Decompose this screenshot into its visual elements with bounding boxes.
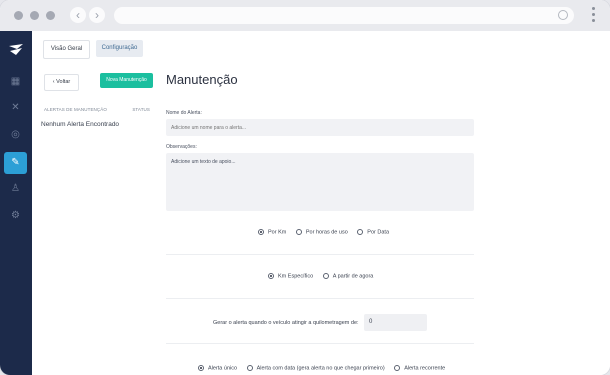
km-option-specific[interactable]: Km Específico <box>268 273 313 279</box>
recurrence-label-date: Alerta com data (gera alerta no que cheg… <box>256 365 385 372</box>
radio-checked-icon <box>268 273 274 279</box>
radio-checked-icon <box>198 365 204 371</box>
sidebar: ▦ ✕ ◎ ✎ ♙ ⚙ <box>0 31 32 375</box>
divider <box>166 254 474 255</box>
mode-label-hours: Por horas de uso <box>305 229 348 236</box>
mode-option-km[interactable]: Por Km <box>258 229 286 235</box>
tab-config[interactable]: Configuração <box>96 40 143 57</box>
km-label-from-now: A partir de agora <box>332 273 374 280</box>
mode-option-hours[interactable]: Por horas de uso <box>295 229 348 236</box>
dashboard-icon[interactable]: ▦ <box>4 71 27 93</box>
km-option-from-now[interactable]: A partir de agora <box>322 273 374 280</box>
recurrence-option-recurring[interactable]: Alerta recorrente <box>394 365 445 371</box>
wrench-icon[interactable]: ✎ <box>4 152 27 174</box>
alert-name-input[interactable] <box>166 119 474 136</box>
tracking-icon[interactable]: ◎ <box>4 124 27 146</box>
mode-radio-group: Por Km Por horas de uso Por Data <box>258 229 397 235</box>
logo-icon <box>9 44 23 55</box>
window-close-dot[interactable] <box>14 11 23 20</box>
user-icon[interactable]: ♙ <box>4 178 27 200</box>
km-input[interactable]: 0 <box>364 314 427 331</box>
mode-label-km: Por Km <box>268 229 287 236</box>
recurrence-option-single[interactable]: Alerta único <box>198 365 237 371</box>
radio-icon <box>394 365 401 371</box>
mode-label-date: Por Data <box>367 229 390 236</box>
address-bar[interactable] <box>114 7 574 24</box>
km-radio-group: Km Específico A partir de agora <box>268 273 381 279</box>
back-button[interactable]: ‹ Voltar <box>44 74 79 91</box>
status-header: STATUS <box>132 107 150 112</box>
recurrence-label-recurring: Alerta recorrente <box>404 365 446 372</box>
kebab-icon[interactable] <box>592 7 596 25</box>
search-icon <box>558 10 568 20</box>
forward-arrow-icon[interactable]: › <box>89 7 105 23</box>
window-maximize-dot[interactable] <box>46 11 55 20</box>
browser-window: ‹ › ▦ ✕ ◎ ✎ ♙ ⚙ Visão Geral Configuração… <box>0 0 610 375</box>
radio-icon <box>322 273 329 279</box>
km-label-specific: Km Específico <box>278 273 314 280</box>
back-label: Voltar <box>56 79 71 85</box>
browser-toolbar: ‹ › <box>0 0 610 31</box>
radio-icon <box>246 365 253 371</box>
radio-icon <box>357 229 364 235</box>
list-header: ALERTAS DE MANUTENÇÃO STATUS <box>44 107 150 112</box>
page-title: Manutenção <box>166 72 238 87</box>
recurrence-radio-group: Alerta único Alerta com data (gera alert… <box>198 365 453 371</box>
back-arrow-icon[interactable]: ‹ <box>70 7 86 23</box>
radio-icon <box>295 229 302 235</box>
main-content: Visão Geral Configuração ‹ Voltar Nova M… <box>32 31 610 375</box>
notes-textarea[interactable]: Adicione um texto de apoio... <box>166 153 474 211</box>
new-maintenance-button[interactable]: Nova Manutenção <box>100 73 153 88</box>
route-icon[interactable]: ✕ <box>4 97 27 119</box>
window-minimize-dot[interactable] <box>30 11 39 20</box>
notes-placeholder: Adicione um texto de apoio... <box>171 159 236 165</box>
tab-overview[interactable]: Visão Geral <box>43 40 90 59</box>
recurrence-label-single: Alerta único <box>208 365 238 372</box>
notes-label: Observações: <box>166 144 197 150</box>
radio-checked-icon <box>258 229 264 235</box>
alert-name-label: Nome do Alerta: <box>166 110 202 116</box>
recurrence-option-date[interactable]: Alerta com data (gera alerta no que cheg… <box>246 365 385 372</box>
gear-icon[interactable]: ⚙ <box>4 205 27 227</box>
empty-list-text: Nenhum Alerta Encontrado <box>41 121 120 128</box>
divider <box>166 343 474 344</box>
km-prompt: Gerar o alerta quando o veículo atingir … <box>213 320 359 326</box>
alerts-header: ALERTAS DE MANUTENÇÃO <box>44 107 107 112</box>
mode-option-date[interactable]: Por Data <box>357 229 389 235</box>
divider <box>166 298 474 299</box>
